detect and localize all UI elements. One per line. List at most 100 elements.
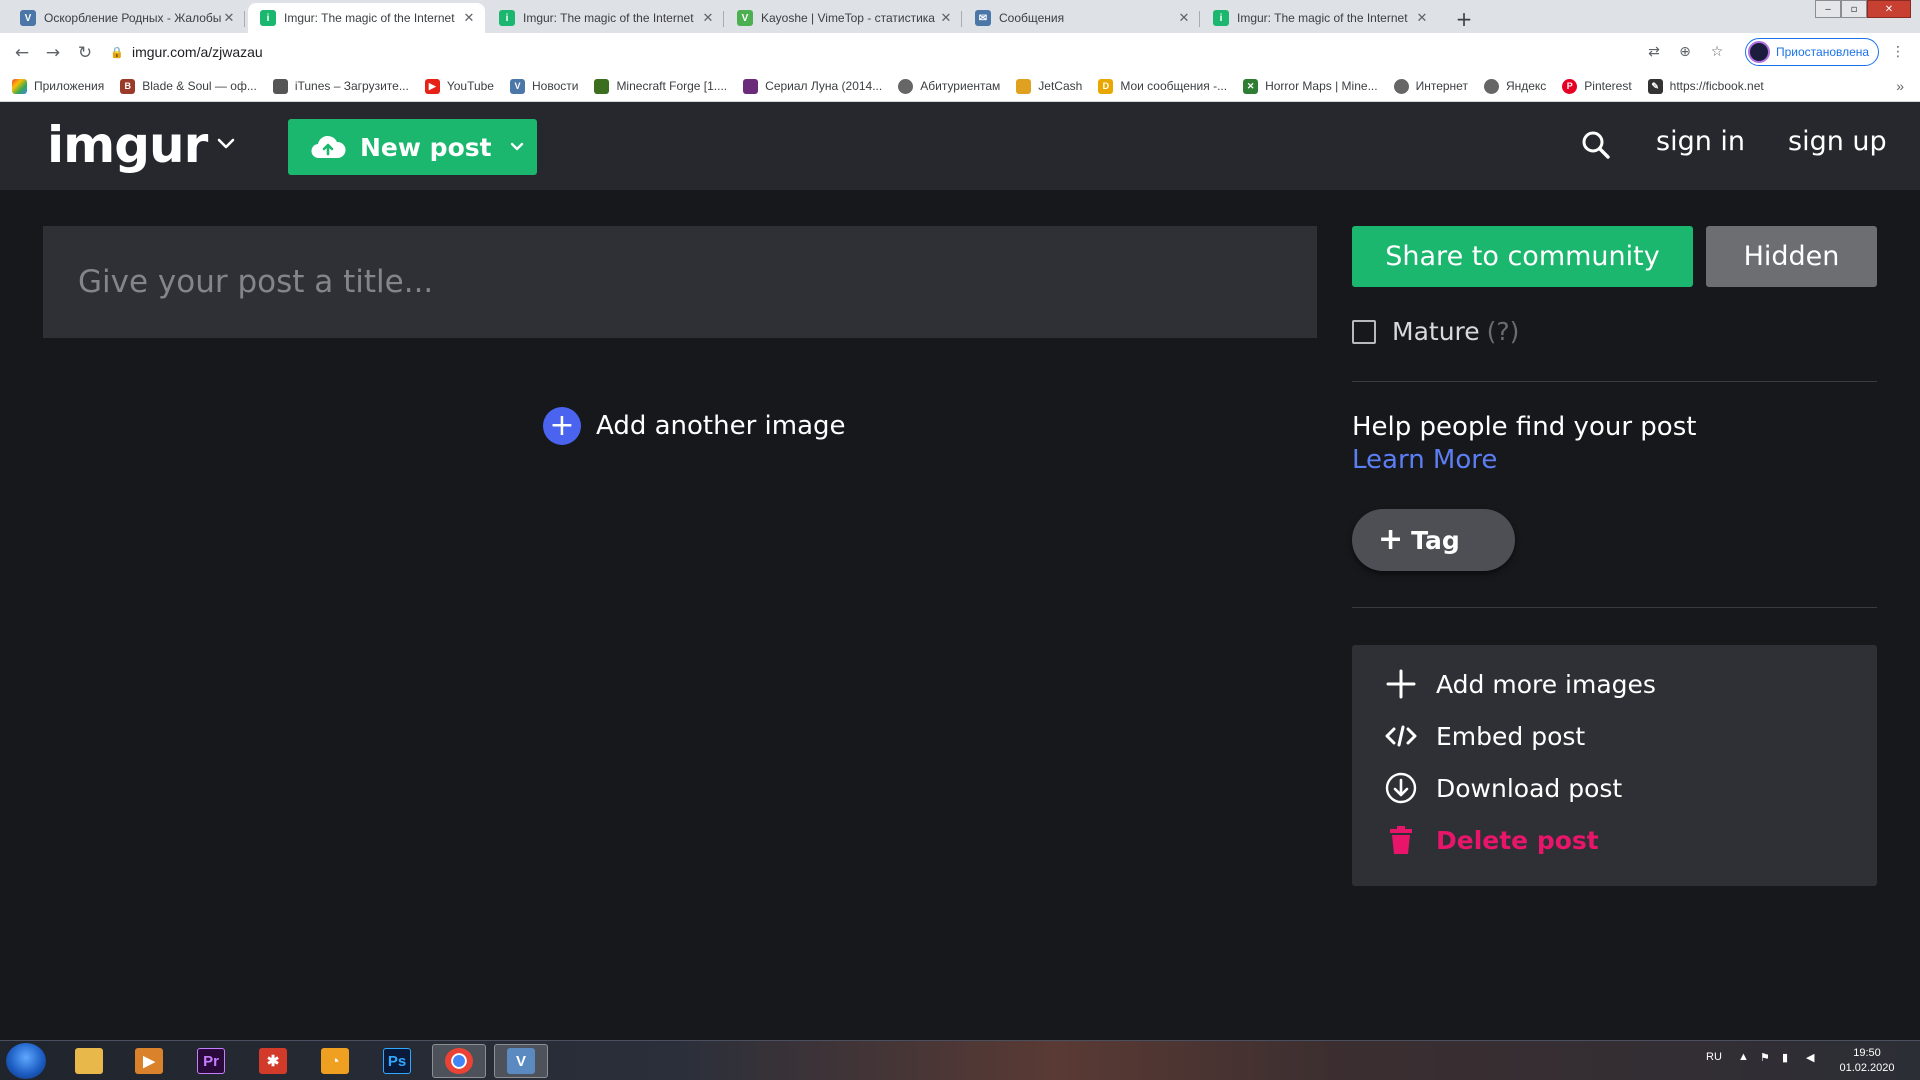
add-another-label: Add another image: [596, 411, 846, 441]
close-icon[interactable]: ✕: [938, 10, 954, 26]
serial-icon: [743, 78, 759, 94]
bookmark-item[interactable]: ✎ https://ficbook.net: [1647, 78, 1764, 94]
bookmark-item[interactable]: D Мои сообщения -...: [1098, 78, 1228, 94]
youtube-icon: ▶: [424, 78, 440, 94]
learn-more-link[interactable]: Learn More: [1352, 445, 1497, 475]
taskbar-app[interactable]: ✱: [246, 1044, 300, 1078]
new-tab-button[interactable]: +: [1450, 5, 1478, 33]
browser-tab[interactable]: V Оскорбление Родных - Жалобы ✕: [8, 3, 245, 33]
sign-in-link[interactable]: sign in: [1656, 126, 1745, 157]
bookmark-label: Minecraft Forge [1....: [616, 79, 728, 93]
bookmark-item[interactable]: Приложения: [12, 78, 104, 94]
bookmark-item[interactable]: JetCash: [1016, 78, 1083, 94]
clock[interactable]: 19:50 01.02.2020: [1832, 1046, 1902, 1076]
taskbar-app[interactable]: V: [494, 1044, 548, 1078]
imgur-logo[interactable]: imgur: [47, 116, 208, 174]
reload-icon[interactable]: ↻: [73, 41, 97, 65]
code-icon: [1385, 725, 1417, 747]
browser-tabstrip: V Оскорбление Родных - Жалобы ✕ i Imgur:…: [0, 0, 1920, 33]
mature-help-link[interactable]: (?): [1487, 317, 1520, 346]
tray-expand-icon[interactable]: ▲: [1738, 1051, 1749, 1063]
sign-up-link[interactable]: sign up: [1788, 126, 1887, 157]
taskbar-app[interactable]: [62, 1044, 116, 1078]
bookmark-star-icon[interactable]: ☆: [1707, 42, 1727, 62]
bookmark-label: Мои сообщения -...: [1120, 79, 1228, 93]
zoom-icon[interactable]: ⊕: [1675, 42, 1695, 62]
bookmark-item[interactable]: P Pinterest: [1562, 78, 1632, 94]
bookmark-item[interactable]: Интернет: [1393, 78, 1468, 94]
url-text: imgur.com/a/zjwazau: [132, 44, 263, 60]
bookmark-item[interactable]: V Новости: [509, 78, 578, 94]
bookmarks-bar: Приложения B Blade & Soul — оф... iTunes …: [0, 71, 1920, 102]
bookmark-item[interactable]: Minecraft Forge [1....: [594, 78, 728, 94]
flag-icon[interactable]: ⚑: [1760, 1051, 1770, 1064]
bookmark-item[interactable]: ✕ Horror Maps | Mine...: [1243, 78, 1378, 94]
close-icon[interactable]: ✕: [221, 10, 237, 26]
hidden-button[interactable]: Hidden: [1706, 226, 1877, 287]
taskbar-app[interactable]: ◔: [308, 1044, 362, 1078]
help-title: Help people find your post: [1352, 412, 1697, 442]
bookmark-item[interactable]: B Blade & Soul — оф...: [120, 78, 257, 94]
jetcash-icon: [1016, 78, 1032, 94]
vk-app-icon: V: [507, 1048, 535, 1074]
network-icon[interactable]: ▮: [1782, 1051, 1788, 1064]
minimize-icon[interactable]: ‒: [1815, 0, 1841, 18]
forward-icon[interactable]: →: [41, 41, 65, 65]
add-tag-button[interactable]: + Tag: [1352, 509, 1515, 571]
close-icon[interactable]: ✕: [1176, 10, 1192, 26]
taskbar-app[interactable]: Ps: [370, 1044, 424, 1078]
taskbar-app-chrome[interactable]: [432, 1044, 486, 1078]
bookmark-item[interactable]: Сериал Луна (2014...: [743, 78, 882, 94]
language-indicator[interactable]: RU: [1706, 1051, 1722, 1063]
chevron-down-icon[interactable]: [214, 132, 238, 156]
vk-icon: V: [509, 78, 525, 94]
profile-button[interactable]: Приостановлена: [1745, 38, 1879, 66]
close-icon[interactable]: ✕: [461, 10, 477, 26]
search-icon[interactable]: [1580, 129, 1612, 161]
browser-tab[interactable]: V Kayoshe | VimeTop - статистика ✕: [725, 3, 962, 33]
embed-post-button[interactable]: Embed post: [1384, 719, 1585, 753]
browser-tab[interactable]: ✉ Сообщения ✕: [963, 3, 1200, 33]
tab-title: Сообщения: [999, 11, 1065, 25]
bookmark-item[interactable]: iTunes – Загрузите...: [272, 78, 409, 94]
close-icon[interactable]: ✕: [700, 10, 716, 26]
post-title-input[interactable]: Give your post a title...: [43, 226, 1317, 338]
bookmark-label: Pinterest: [1584, 79, 1632, 93]
mature-checkbox[interactable]: [1352, 319, 1376, 344]
translate-icon[interactable]: ⇄: [1644, 42, 1664, 62]
browser-toolbar: ← → ↻ 🔒 imgur.com/a/zjwazau ⇄ ⊕ ☆ Приост…: [0, 33, 1920, 71]
chevron-down-icon: [510, 142, 523, 151]
chrome-icon: [445, 1048, 473, 1074]
share-to-community-button[interactable]: Share to community: [1352, 226, 1693, 287]
lock-icon: 🔒: [110, 46, 124, 59]
windows-start-icon[interactable]: [6, 1043, 46, 1079]
volume-icon[interactable]: ◀: [1806, 1051, 1814, 1064]
maximize-icon[interactable]: ▫: [1841, 0, 1867, 18]
bookmark-item[interactable]: Яндекс: [1483, 78, 1546, 94]
bookmarks-overflow-icon[interactable]: »: [1896, 78, 1904, 94]
back-icon[interactable]: ←: [10, 41, 34, 65]
browser-tab[interactable]: i Imgur: The magic of the Internet ✕: [487, 3, 724, 33]
kebab-menu-icon[interactable]: ⋮: [1888, 42, 1908, 62]
close-icon[interactable]: ✕: [1414, 10, 1430, 26]
mature-label: Mature: [1392, 317, 1480, 346]
clock-time: 19:50: [1853, 1047, 1881, 1059]
address-bar[interactable]: 🔒 imgur.com/a/zjwazau: [110, 37, 1740, 67]
bookmark-label: JetCash: [1038, 79, 1083, 93]
browser-tab-active[interactable]: i Imgur: The magic of the Internet ✕: [248, 3, 485, 33]
add-another-image-button[interactable]: + Add another image: [543, 407, 846, 445]
mature-checkbox-row[interactable]: Mature (?): [1352, 317, 1519, 346]
tab-title: Imgur: The magic of the Internet: [1237, 11, 1408, 25]
download-post-button[interactable]: Download post: [1384, 771, 1622, 805]
taskbar-app[interactable]: ▶: [122, 1044, 176, 1078]
imgur-icon: i: [260, 10, 276, 26]
delete-post-button[interactable]: Delete post: [1384, 823, 1599, 857]
bookmark-item[interactable]: ▶ YouTube: [424, 78, 494, 94]
new-post-button[interactable]: New post: [288, 119, 537, 175]
bookmark-item[interactable]: Абитуриентам: [898, 78, 1000, 94]
add-more-images-button[interactable]: Add more images: [1384, 667, 1656, 701]
browser-tab[interactable]: i Imgur: The magic of the Internet ✕: [1201, 3, 1438, 33]
taskbar-app[interactable]: Pr: [184, 1044, 238, 1078]
globe-icon: [1393, 78, 1409, 94]
window-close-icon[interactable]: ✕: [1867, 0, 1911, 18]
